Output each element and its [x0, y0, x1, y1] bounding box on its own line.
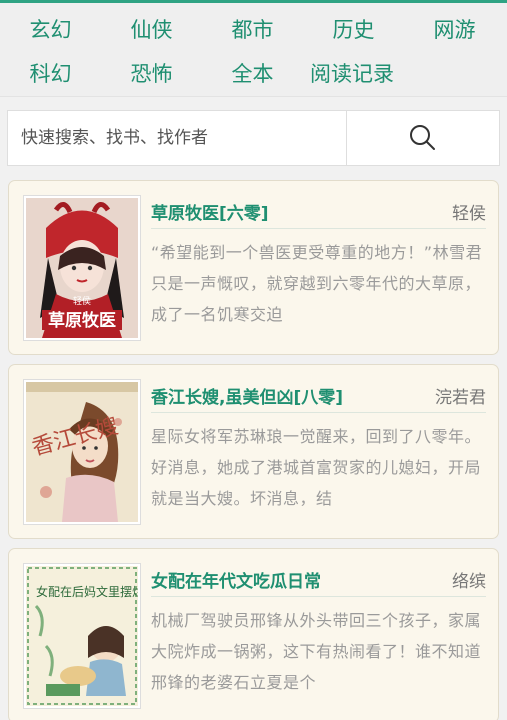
- book-description: 机械厂驾驶员邢锋从外头带回三个孩子，家属大院炸成一锅粥，这下有热闹看了！谁不知道…: [151, 611, 482, 692]
- book-card[interactable]: 香江长嫂 香江长嫂,虽美但凶[八零] 浣若君 星际女将军苏琳琅一觉醒来，回到了八…: [8, 364, 499, 539]
- book-header: 香江长嫂,虽美但凶[八零] 浣若君: [151, 379, 486, 413]
- book-info: 女配在年代文吃瓜日常 络缤 机械厂驾驶员邢锋从外头带回三个孩子，家属大院炸成一锅…: [151, 563, 486, 720]
- book-cover[interactable]: 女配在后妈文里摆烂吃瓜: [23, 563, 141, 709]
- category-kehuan[interactable]: 科幻: [0, 58, 101, 88]
- category-quanben[interactable]: 全本: [202, 58, 303, 88]
- book-cover-image: 轻侯 草原牧医: [26, 198, 138, 338]
- category-xianxia[interactable]: 仙侠: [101, 14, 202, 44]
- book-card[interactable]: 轻侯 草原牧医 草原牧医[六零] 轻侯 “希望能到一个兽医更受尊重的地方！”林雪…: [8, 180, 499, 355]
- book-description: “希望能到一个兽医更受尊重的地方！”林雪君只是一声慨叹，就穿越到六零年代的大草原…: [151, 243, 483, 324]
- book-author[interactable]: 络缤: [452, 567, 486, 592]
- search-bar: [7, 110, 500, 166]
- book-info: 草原牧医[六零] 轻侯 “希望能到一个兽医更受尊重的地方！”林雪君只是一声慨叹，…: [151, 195, 486, 354]
- book-title[interactable]: 女配在年代文吃瓜日常: [151, 567, 321, 592]
- book-header: 女配在年代文吃瓜日常 络缤: [151, 563, 486, 597]
- book-info: 香江长嫂,虽美但凶[八零] 浣若君 星际女将军苏琳琅一觉醒来，回到了八零年。好消…: [151, 379, 486, 538]
- book-author[interactable]: 浣若君: [435, 383, 486, 408]
- search-button[interactable]: [347, 111, 499, 165]
- search-icon: [410, 125, 435, 150]
- category-wangyou[interactable]: 网游: [404, 14, 505, 44]
- book-card[interactable]: 女配在后妈文里摆烂吃瓜 女配在年代文吃瓜日常 络缤 机械厂驾驶员邢锋从外头带回三…: [8, 548, 499, 720]
- book-title[interactable]: 草原牧医[六零]: [151, 199, 269, 224]
- book-author[interactable]: 轻侯: [452, 199, 486, 224]
- cover-author-text: 轻侯: [73, 295, 91, 307]
- cover-title-text: 草原牧医: [48, 310, 116, 331]
- book-title[interactable]: 香江长嫂,虽美但凶[八零]: [151, 383, 343, 408]
- book-cover[interactable]: 香江长嫂: [23, 379, 141, 525]
- category-nav: 玄幻 仙侠 都市 历史 网游 科幻 恐怖 全本 阅读记录: [0, 3, 507, 97]
- category-xuanhuan[interactable]: 玄幻: [0, 14, 101, 44]
- category-dushi[interactable]: 都市: [202, 14, 303, 44]
- book-cover-image: 香江长嫂: [26, 382, 138, 522]
- book-header: 草原牧医[六零] 轻侯: [151, 195, 486, 229]
- book-cover-image: 女配在后妈文里摆烂吃瓜: [26, 566, 138, 706]
- book-cover[interactable]: 轻侯 草原牧医: [23, 195, 141, 341]
- category-row-1: 玄幻 仙侠 都市 历史 网游: [0, 7, 507, 51]
- reading-history-link[interactable]: 阅读记录: [297, 58, 407, 88]
- book-list: 轻侯 草原牧医 草原牧医[六零] 轻侯 “希望能到一个兽医更受尊重的地方！”林雪…: [0, 180, 507, 720]
- book-description: 星际女将军苏琳琅一觉醒来，回到了八零年。好消息，她成了港城首富贺家的儿媳妇，开局…: [151, 427, 482, 508]
- category-row-2: 科幻 恐怖 全本 阅读记录: [0, 51, 507, 95]
- category-lishi[interactable]: 历史: [303, 14, 404, 44]
- cover-title-text: 女配在后妈文里摆烂吃瓜: [36, 584, 138, 599]
- category-kongbu[interactable]: 恐怖: [101, 58, 202, 88]
- search-input[interactable]: [8, 111, 347, 165]
